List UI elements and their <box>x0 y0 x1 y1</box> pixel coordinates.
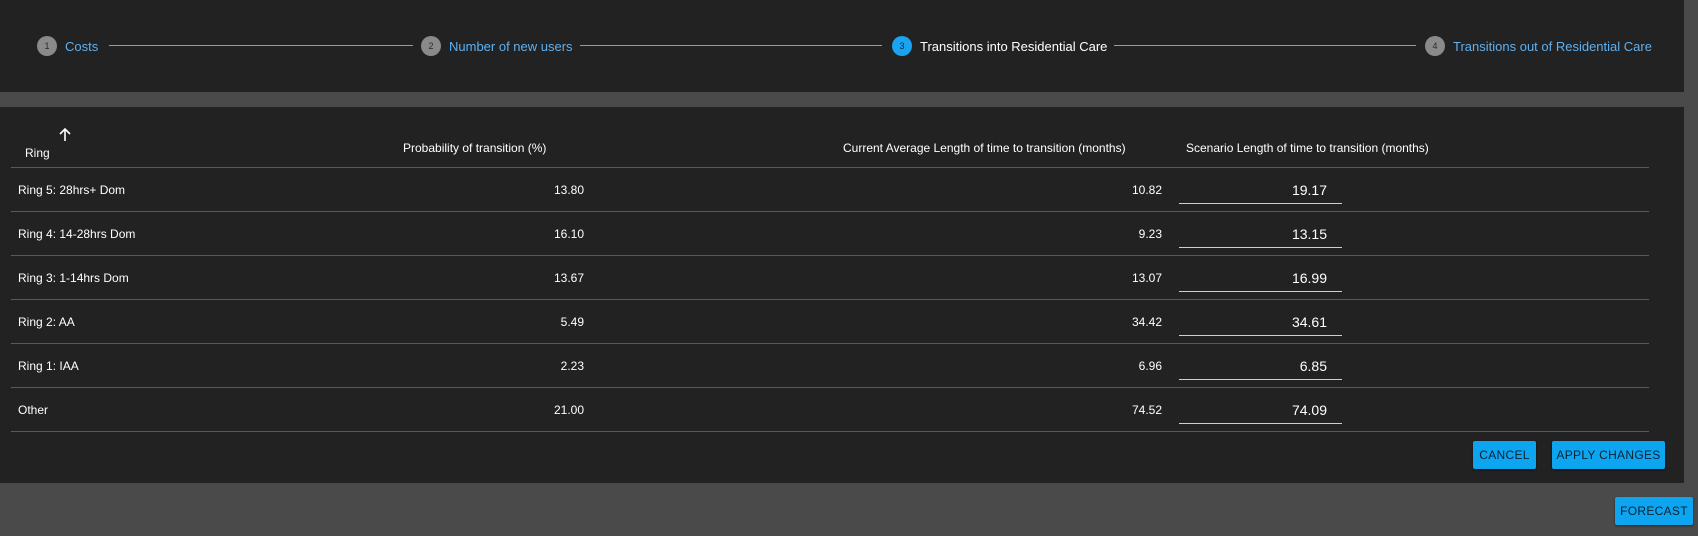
scenario-length-input[interactable]: 19.17 <box>1179 175 1342 204</box>
scenario-length-input[interactable]: 13.15 <box>1179 219 1342 248</box>
scenario-length-input[interactable]: 6.85 <box>1179 351 1342 380</box>
scenario-length-value[interactable]: 6.85 <box>1300 358 1327 374</box>
step-label[interactable]: Transitions out of Residential Care <box>1453 39 1652 54</box>
scenario-length-input[interactable]: 34.61 <box>1179 307 1342 336</box>
table-row: Ring 2: AA 5.49 34.42 34.61 <box>11 300 1649 344</box>
step-number-of-new-users[interactable]: 2 Number of new users <box>421 35 573 57</box>
step-connector <box>109 45 413 46</box>
step-label[interactable]: Costs <box>65 39 98 54</box>
scrollbar[interactable] <box>1684 0 1698 536</box>
step-connector <box>1114 45 1416 46</box>
table-row: Other 21.00 74.52 74.09 <box>11 388 1649 432</box>
ring-name: Other <box>18 403 49 417</box>
step-number-badge: 1 <box>37 36 57 56</box>
step-costs[interactable]: 1 Costs <box>37 35 98 57</box>
ring-name: Ring 1: IAA <box>18 359 79 373</box>
scenario-length-value[interactable]: 19.17 <box>1292 182 1327 198</box>
table-row: Ring 1: IAA 2.23 6.96 6.85 <box>11 344 1649 388</box>
probability-value: 13.67 <box>553 271 584 285</box>
step-number-badge: 2 <box>421 36 441 56</box>
apply-changes-button[interactable]: APPLY CHANGES <box>1552 441 1665 469</box>
column-header-probability[interactable]: Probability of transition (%) <box>403 141 546 155</box>
step-label: Transitions into Residential Care <box>920 38 1108 54</box>
probability-value: 16.10 <box>553 227 584 241</box>
probability-value: 13.80 <box>553 183 584 197</box>
column-header-scenario-length[interactable]: Scenario Length of time to transition (m… <box>1186 141 1429 155</box>
table-header: Ring Probability of transition (%) Curre… <box>11 119 1649 168</box>
current-length-value: 34.42 <box>1131 315 1162 329</box>
ring-name: Ring 5: 28hrs+ Dom <box>18 183 126 197</box>
scenario-length-input[interactable]: 16.99 <box>1179 263 1342 292</box>
column-header-ring[interactable]: Ring <box>25 146 50 160</box>
arrow-up-icon[interactable] <box>57 127 73 143</box>
probability-value: 5.49 <box>560 315 584 329</box>
current-length-value: 74.52 <box>1131 403 1162 417</box>
table-row: Ring 3: 1-14hrs Dom 13.67 13.07 16.99 <box>11 256 1649 300</box>
probability-value: 21.00 <box>553 403 584 417</box>
stepper-panel: 1 Costs 2 Number of new users 3 Transiti… <box>0 0 1684 92</box>
scenario-length-input[interactable]: 74.09 <box>1179 395 1342 424</box>
scenario-length-value[interactable]: 74.09 <box>1292 402 1327 418</box>
step-number-badge: 4 <box>1425 36 1445 56</box>
cancel-button[interactable]: CANCEL <box>1473 441 1536 469</box>
ring-name: Ring 4: 14-28hrs Dom <box>18 227 136 241</box>
step-number-badge: 3 <box>892 36 912 56</box>
step-transitions-into-residential-care: 3 Transitions into Residential Care <box>892 35 1107 57</box>
scenario-length-value[interactable]: 16.99 <box>1292 270 1327 286</box>
forecast-button[interactable]: FORECAST <box>1615 497 1693 525</box>
step-label[interactable]: Number of new users <box>449 39 573 54</box>
scenario-length-value[interactable]: 34.61 <box>1292 314 1327 330</box>
current-length-value: 6.96 <box>1138 359 1162 373</box>
table-row: Ring 5: 28hrs+ Dom 13.80 10.82 19.17 <box>11 168 1649 212</box>
current-length-value: 9.23 <box>1138 227 1162 241</box>
scenario-length-value[interactable]: 13.15 <box>1292 226 1327 242</box>
table-row: Ring 4: 14-28hrs Dom 16.10 9.23 13.15 <box>11 212 1649 256</box>
probability-value: 2.23 <box>560 359 584 373</box>
step-connector <box>580 45 882 46</box>
ring-name: Ring 3: 1-14hrs Dom <box>18 271 129 285</box>
column-header-current-length[interactable]: Current Average Length of time to transi… <box>843 141 1126 155</box>
ring-name: Ring 2: AA <box>18 315 75 329</box>
transitions-table-panel: Ring Probability of transition (%) Curre… <box>0 107 1684 483</box>
step-transitions-out-of-residential-care[interactable]: 4 Transitions out of Residential Care <box>1425 35 1652 57</box>
current-length-value: 10.82 <box>1131 183 1162 197</box>
current-length-value: 13.07 <box>1131 271 1162 285</box>
